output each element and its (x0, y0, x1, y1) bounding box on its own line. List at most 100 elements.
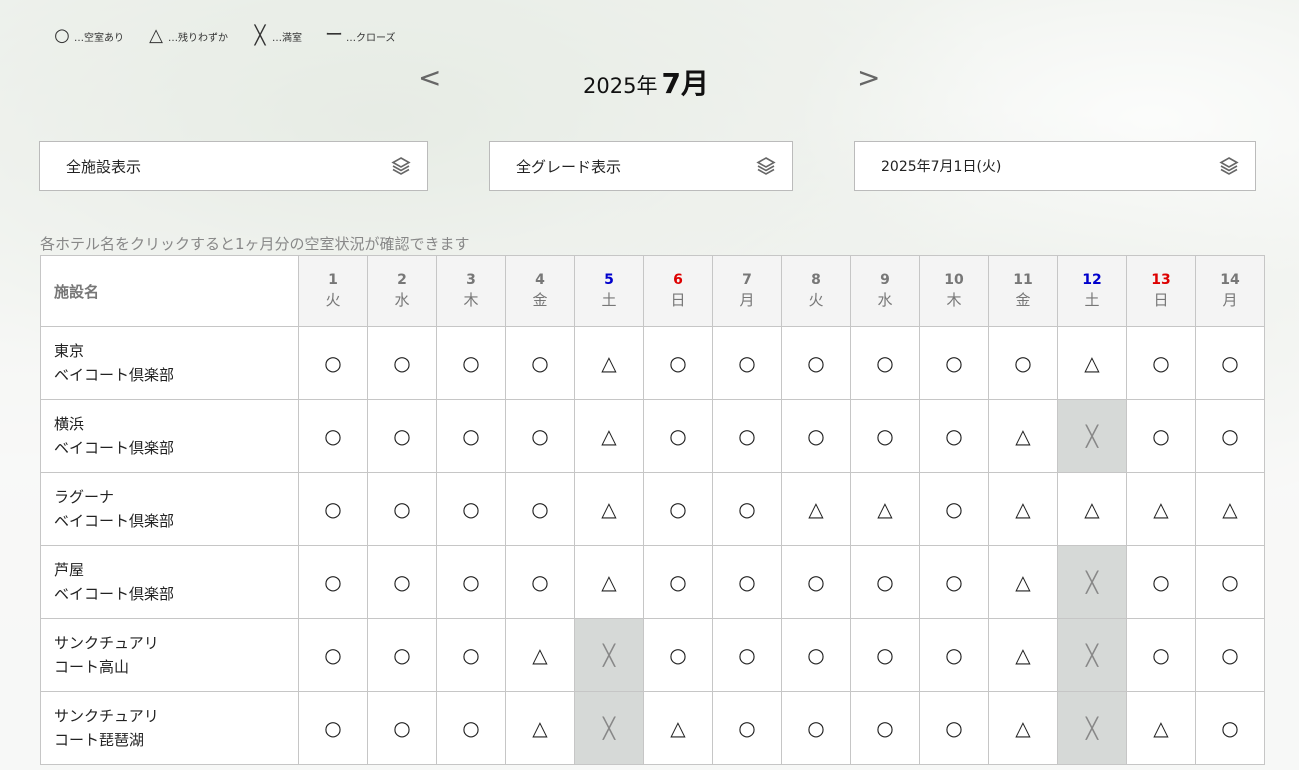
availability-cell[interactable]: ○ (1126, 326, 1196, 400)
availability-cell[interactable]: ○ (643, 618, 713, 692)
availability-cell[interactable]: ○ (505, 399, 575, 473)
legend-item: ○ …空室あり (52, 27, 124, 45)
availability-cell[interactable]: ○ (298, 618, 368, 692)
facility-name-link[interactable]: ラグーナ ベイコート倶楽部 (40, 472, 299, 546)
availability-cell[interactable]: ○ (919, 399, 989, 473)
availability-cell[interactable]: ○ (712, 545, 782, 619)
availability-cell[interactable]: △ (1057, 326, 1127, 400)
availability-cell[interactable]: ○ (919, 691, 989, 765)
day-header: 9水 (850, 255, 920, 327)
day-number: 2 (397, 272, 407, 288)
availability-cell[interactable]: ○ (298, 399, 368, 473)
legend-symbol: ー (325, 25, 343, 46)
availability-cell[interactable]: ○ (1195, 618, 1265, 692)
grade-select[interactable]: 全グレード表示 (489, 141, 793, 191)
availability-cell[interactable]: ○ (505, 545, 575, 619)
availability-cell[interactable]: △ (1195, 472, 1265, 546)
availability-cell[interactable]: ○ (367, 545, 437, 619)
availability-cell[interactable]: △ (505, 618, 575, 692)
availability-cell[interactable]: ○ (367, 618, 437, 692)
facility-name-link[interactable]: サンクチュアリ コート高山 (40, 618, 299, 692)
availability-cell[interactable]: ○ (1195, 691, 1265, 765)
next-month-button[interactable]: > (857, 60, 880, 96)
availability-cell[interactable]: ○ (712, 691, 782, 765)
availability-cell[interactable]: ○ (850, 326, 920, 400)
facility-name-link[interactable]: サンクチュアリ コート琵琶湖 (40, 691, 299, 765)
availability-cell[interactable]: ○ (712, 472, 782, 546)
availability-cell[interactable]: ○ (367, 691, 437, 765)
availability-cell[interactable]: ○ (988, 326, 1058, 400)
availability-cell[interactable]: △ (781, 472, 851, 546)
availability-cell[interactable]: △ (1126, 691, 1196, 765)
availability-cell[interactable]: △ (1126, 472, 1196, 546)
availability-cell[interactable]: ○ (712, 618, 782, 692)
availability-cell[interactable]: △ (574, 545, 644, 619)
table-hint: 各ホテル名をクリックすると1ヶ月分の空室状況が確認できます (40, 235, 470, 253)
availability-cell[interactable]: △ (505, 691, 575, 765)
availability-cell[interactable]: ○ (919, 545, 989, 619)
month-label: 7月 (661, 67, 709, 100)
availability-cell[interactable]: △ (643, 691, 713, 765)
availability-cell[interactable]: ○ (505, 326, 575, 400)
day-weekday: 火 (808, 291, 824, 309)
availability-cell[interactable]: △ (574, 472, 644, 546)
availability-cell[interactable]: ○ (1126, 545, 1196, 619)
day-number: 12 (1082, 272, 1102, 288)
legend-symbol: ╳ (254, 25, 266, 46)
availability-cell[interactable]: ○ (1195, 545, 1265, 619)
legend-label: …満室 (272, 32, 302, 44)
availability-cell[interactable]: ○ (712, 399, 782, 473)
availability-cell[interactable]: ○ (643, 472, 713, 546)
availability-cell[interactable]: △ (988, 618, 1058, 692)
availability-cell[interactable]: ○ (781, 545, 851, 619)
availability-cell[interactable]: ○ (781, 326, 851, 400)
facility-select[interactable]: 全施設表示 (39, 141, 428, 191)
availability-cell[interactable]: ○ (781, 399, 851, 473)
facility-name-link[interactable]: 芦屋 ベイコート倶楽部 (40, 545, 299, 619)
facility-name-link[interactable]: 横浜 ベイコート倶楽部 (40, 399, 299, 473)
availability-cell[interactable]: ○ (919, 472, 989, 546)
availability-cell[interactable]: △ (988, 399, 1058, 473)
availability-cell[interactable]: △ (850, 472, 920, 546)
availability-cell[interactable]: ○ (850, 691, 920, 765)
availability-cell[interactable]: △ (988, 472, 1058, 546)
availability-cell[interactable]: ○ (436, 618, 506, 692)
availability-cell[interactable]: ○ (919, 326, 989, 400)
availability-cell[interactable]: ○ (781, 618, 851, 692)
availability-cell[interactable]: ○ (436, 399, 506, 473)
availability-cell[interactable]: △ (988, 545, 1058, 619)
availability-cell[interactable]: ○ (1126, 399, 1196, 473)
availability-cell[interactable]: △ (574, 399, 644, 473)
availability-cell[interactable]: ○ (643, 545, 713, 619)
availability-cell[interactable]: ○ (850, 545, 920, 619)
availability-cell[interactable]: ○ (436, 691, 506, 765)
availability-cell[interactable]: ○ (1195, 326, 1265, 400)
availability-cell[interactable]: ○ (298, 472, 368, 546)
availability-cell[interactable]: ○ (643, 326, 713, 400)
availability-cell[interactable]: ○ (850, 618, 920, 692)
availability-cell-full: ╳ (574, 691, 644, 765)
availability-cell[interactable]: ○ (367, 472, 437, 546)
availability-cell[interactable]: △ (988, 691, 1058, 765)
availability-cell[interactable]: ○ (298, 545, 368, 619)
availability-cell[interactable]: ○ (298, 691, 368, 765)
availability-cell[interactable]: ○ (436, 545, 506, 619)
availability-cell[interactable]: △ (574, 326, 644, 400)
availability-cell[interactable]: ○ (367, 399, 437, 473)
date-select[interactable]: 2025年7月1日(火) (854, 141, 1256, 191)
availability-cell[interactable]: ○ (919, 618, 989, 692)
availability-cell[interactable]: ○ (1195, 399, 1265, 473)
availability-cell[interactable]: ○ (436, 326, 506, 400)
availability-cell[interactable]: ○ (1126, 618, 1196, 692)
availability-cell[interactable]: ○ (505, 472, 575, 546)
availability-cell[interactable]: ○ (850, 399, 920, 473)
availability-cell[interactable]: ○ (712, 326, 782, 400)
availability-cell[interactable]: ○ (643, 399, 713, 473)
availability-cell[interactable]: △ (1057, 472, 1127, 546)
table-row: 横浜 ベイコート倶楽部 ○ ○ ○ ○ △ ○ ○ ○ ○ ○ △ ╳ ○ ○ (40, 399, 1265, 473)
facility-name-link[interactable]: 東京 ベイコート倶楽部 (40, 326, 299, 400)
availability-cell[interactable]: ○ (781, 691, 851, 765)
availability-cell[interactable]: ○ (436, 472, 506, 546)
availability-cell[interactable]: ○ (367, 326, 437, 400)
availability-cell[interactable]: ○ (298, 326, 368, 400)
